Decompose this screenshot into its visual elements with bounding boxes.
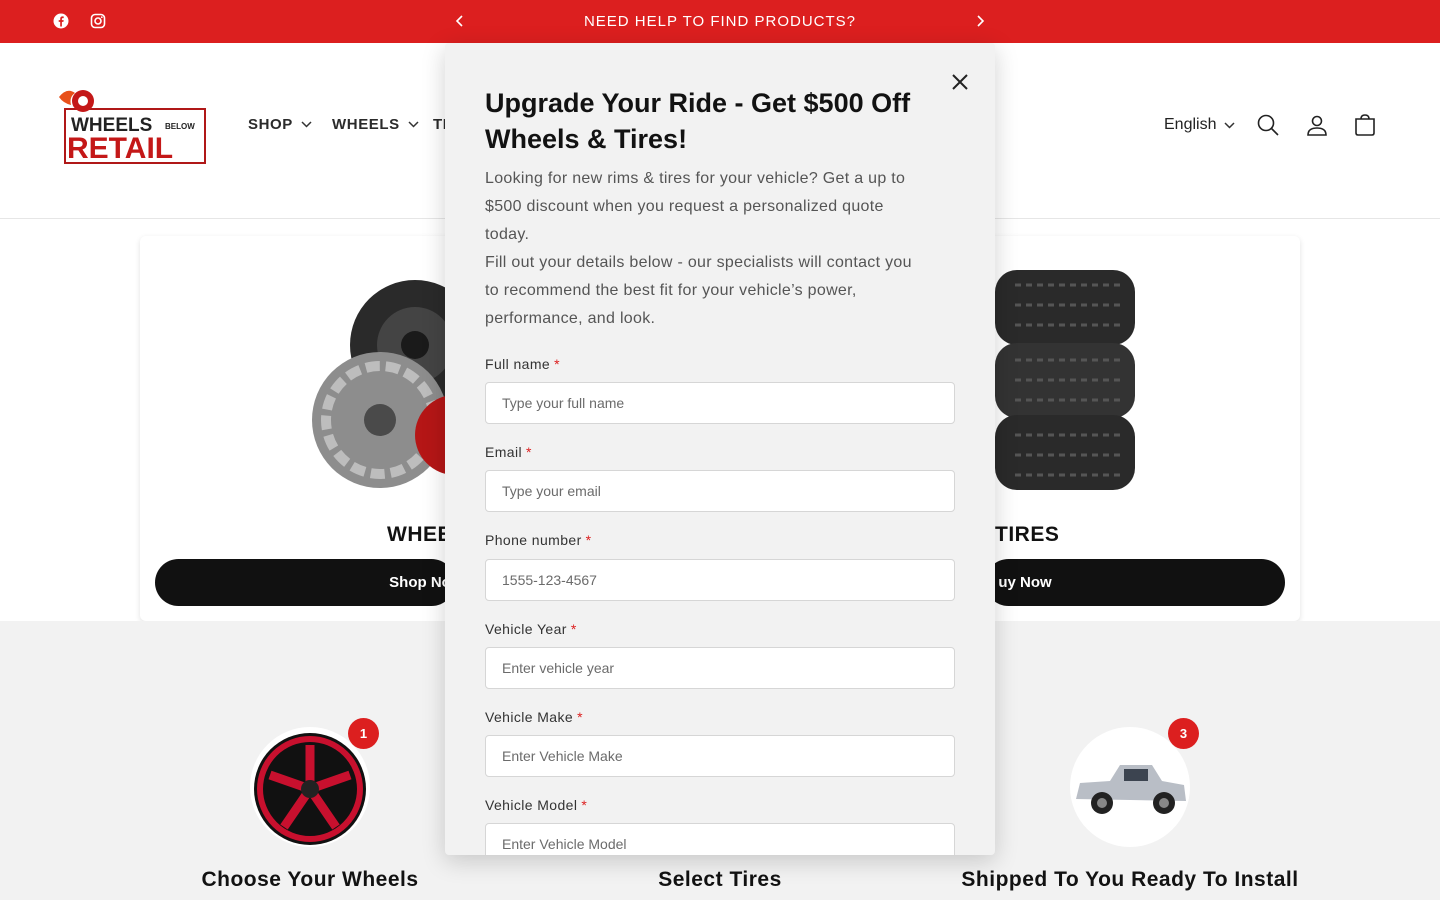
full-name-field[interactable] xyxy=(485,382,955,424)
wheels-image xyxy=(305,270,495,510)
popup-description-2: Fill out your details below - our specia… xyxy=(485,254,912,327)
language-label: English xyxy=(1164,116,1217,133)
chevron-down-icon xyxy=(301,121,312,128)
account-icon[interactable] xyxy=(1304,112,1330,138)
shop-now-label: Shop No xyxy=(389,574,451,591)
vehicle-model-field[interactable] xyxy=(485,823,955,855)
full-name-label: Full name * xyxy=(485,356,560,372)
shop-now-button[interactable]: Shop No xyxy=(155,559,455,606)
site-logo[interactable]: WHEELS BELOW RETAIL xyxy=(55,87,207,165)
vehicle-make-field[interactable] xyxy=(485,735,955,777)
buy-now-button[interactable]: uy Now xyxy=(985,559,1285,606)
tires-card-title: TIRES xyxy=(995,523,1060,546)
nav-wheels[interactable]: WHEELS xyxy=(332,116,419,133)
next-announcement-button[interactable] xyxy=(971,12,989,30)
popup-description: Looking for new rims & tires for your ve… xyxy=(485,165,925,333)
announcement-bar: NEED HELP TO FIND PRODUCTS? xyxy=(0,0,1440,43)
vehicle-year-label: Vehicle Year * xyxy=(485,621,577,637)
quote-popup: Upgrade Your Ride - Get $500 Off Wheels … xyxy=(445,43,995,855)
step-3-title: Shipped To You Ready To Install xyxy=(961,868,1299,891)
step-2-title: Select Tires xyxy=(658,868,782,891)
email-field[interactable] xyxy=(485,470,955,512)
email-label: Email * xyxy=(485,444,532,460)
step-1-badge: 1 xyxy=(348,718,379,749)
popup-title: Upgrade Your Ride - Get $500 Off Wheels … xyxy=(485,88,911,154)
buy-now-label: uy Now xyxy=(998,574,1052,591)
announcement-text[interactable]: NEED HELP TO FIND PRODUCTS? xyxy=(0,0,1440,43)
vehicle-year-field[interactable] xyxy=(485,647,955,689)
popup-description-1: Looking for new rims & tires for your ve… xyxy=(485,170,906,243)
nav-shop[interactable]: SHOP xyxy=(248,116,312,133)
nav-wheels-label: WHEELS xyxy=(332,116,400,133)
chevron-down-icon xyxy=(408,121,419,128)
logo-retail-text: RETAIL xyxy=(67,132,173,165)
wheels-card-title: WHEE xyxy=(387,523,452,546)
vehicle-make-label: Vehicle Make * xyxy=(485,709,583,725)
language-selector[interactable]: English xyxy=(1164,116,1236,134)
phone-label: Phone number * xyxy=(485,532,592,548)
close-icon[interactable] xyxy=(947,69,973,95)
vehicle-model-label: Vehicle Model * xyxy=(485,797,588,813)
tires-image xyxy=(995,265,1140,505)
step-1-title: Choose Your Wheels xyxy=(201,868,419,891)
chevron-down-icon xyxy=(1224,121,1236,129)
phone-field[interactable] xyxy=(485,559,955,601)
step-truck-image xyxy=(1070,727,1190,847)
svg-text:BELOW: BELOW xyxy=(165,122,195,131)
search-icon[interactable] xyxy=(1255,112,1281,138)
cart-icon[interactable] xyxy=(1352,112,1378,138)
step-wheel-image xyxy=(250,727,370,847)
step-3-badge: 3 xyxy=(1168,718,1199,749)
nav-shop-label: SHOP xyxy=(248,116,293,133)
